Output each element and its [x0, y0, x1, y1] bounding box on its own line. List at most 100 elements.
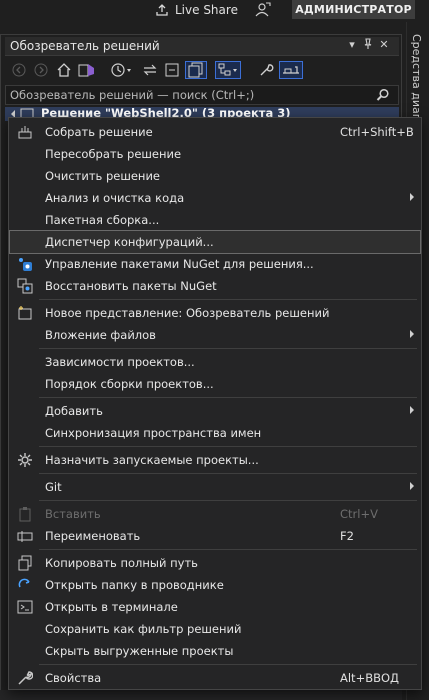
- admin-badge: АДМИНИСТРАТОР: [292, 0, 415, 19]
- submenu-arrow-icon: [410, 330, 414, 338]
- class-view-icon[interactable]: [215, 61, 241, 79]
- menu-item-open-folder-explorer[interactable]: Открыть папку в проводнике: [10, 574, 420, 596]
- build-icon: [17, 124, 33, 140]
- panel-options-icon[interactable]: ▾: [345, 38, 359, 52]
- live-share-button[interactable]: Live Share: [155, 2, 238, 18]
- live-share-label: Live Share: [175, 3, 238, 17]
- menu-item-label: Открыть в терминале: [45, 600, 178, 614]
- menu-item-open-terminal[interactable]: Открыть в терминале: [10, 596, 420, 618]
- menu-item-label: Открыть папку в проводнике: [45, 578, 224, 592]
- menu-item-label: Новое представление: Обозреватель решени…: [45, 306, 330, 320]
- menu-item-build-solution[interactable]: Собрать решение Ctrl+Shift+B: [10, 121, 420, 143]
- pending-changes-filter-icon[interactable]: [109, 61, 133, 79]
- search-icon[interactable]: [376, 88, 390, 102]
- menu-item-label: Переименовать: [45, 529, 141, 543]
- new-view-icon: [17, 305, 33, 321]
- menu-item-label: Порядок сборки проектов...: [45, 377, 214, 391]
- menu-item-clean-solution[interactable]: Очистить решение: [10, 165, 420, 187]
- menu-item-file-nesting[interactable]: Вложение файлов: [10, 324, 420, 346]
- back-icon[interactable]: [11, 61, 27, 79]
- open-folder-icon: [17, 577, 33, 593]
- menu-item-label: Собрать решение: [45, 125, 153, 139]
- menu-item-restore-nuget[interactable]: Восстановить пакеты NuGet: [10, 275, 420, 297]
- solution-search-box[interactable]: [5, 85, 399, 105]
- menu-item-label: Скрыть выгруженные проекты: [45, 644, 234, 658]
- menu-separator: [39, 299, 417, 300]
- menu-item-shortcut: F2: [340, 529, 354, 543]
- home-icon[interactable]: [55, 61, 73, 79]
- menu-item-label: Пакетная сборка...: [45, 213, 160, 227]
- menu-item-paste[interactable]: Вставить Ctrl+V: [10, 503, 420, 525]
- menu-item-shortcut: Alt+ВВОД: [340, 671, 400, 685]
- panel-title: Обозреватель решений: [10, 39, 160, 53]
- show-all-files-icon[interactable]: [185, 61, 207, 79]
- menu-item-add[interactable]: Добавить: [10, 400, 420, 422]
- menu-item-rebuild-solution[interactable]: Пересобрать решение: [10, 143, 420, 165]
- switch-views-icon[interactable]: [77, 61, 97, 79]
- menu-item-label: Зависимости проектов...: [45, 355, 195, 369]
- menu-item-project-build-order[interactable]: Порядок сборки проектов...: [10, 373, 420, 395]
- submenu-arrow-icon: [410, 193, 414, 201]
- menu-item-manage-nuget[interactable]: Управление пакетами NuGet для решения...: [10, 253, 420, 275]
- menu-item-label: Сохранить как фильтр решений: [45, 622, 242, 636]
- menu-item-label: Диспетчер конфигураций...: [45, 235, 214, 249]
- menu-item-new-view[interactable]: Новое представление: Обозреватель решени…: [10, 302, 420, 324]
- nuget-icon: [17, 256, 33, 272]
- menu-item-sync-namespaces[interactable]: Синхронизация пространства имен: [10, 422, 420, 444]
- menu-item-label: Назначить запускаемые проекты...: [45, 453, 259, 467]
- menu-item-label: Копировать полный путь: [45, 556, 198, 570]
- menu-separator: [39, 446, 417, 447]
- menu-item-properties[interactable]: Свойства Alt+ВВОД: [10, 667, 420, 689]
- gear-icon: [17, 452, 33, 468]
- menu-item-label: Очистить решение: [45, 169, 160, 183]
- terminal-icon: [17, 599, 33, 615]
- menu-separator: [39, 348, 417, 349]
- menu-separator: [39, 549, 417, 550]
- menu-separator: [39, 664, 417, 665]
- menu-separator: [39, 500, 417, 501]
- menu-item-set-startup-projects[interactable]: Назначить запускаемые проекты...: [10, 449, 420, 471]
- sync-with-active-document-icon[interactable]: [141, 61, 159, 79]
- menu-item-label: Анализ и очистка кода: [45, 191, 185, 205]
- solution-search-input[interactable]: [10, 87, 370, 103]
- menu-item-label: Пересобрать решение: [45, 147, 182, 161]
- menu-item-batch-build[interactable]: Пакетная сборка...: [10, 209, 420, 231]
- collapse-all-icon[interactable]: [163, 61, 181, 79]
- menu-item-rename[interactable]: Переименовать F2: [10, 525, 420, 547]
- menu-item-label: Свойства: [45, 671, 102, 685]
- title-bar: Live Share АДМИНИСТРАТОР: [0, 0, 429, 22]
- rename-icon: [17, 528, 33, 544]
- menu-item-configuration-manager[interactable]: Диспетчер конфигураций...: [9, 230, 421, 254]
- preview-selected-items-icon[interactable]: [279, 61, 303, 79]
- forward-icon[interactable]: [33, 61, 49, 79]
- feedback-icon[interactable]: [254, 1, 272, 19]
- live-share-icon: [156, 4, 168, 16]
- wrench-icon: [17, 670, 33, 686]
- menu-item-label: Git: [45, 480, 62, 494]
- menu-item-label: Добавить: [45, 404, 103, 418]
- menu-item-hide-unloaded-projects[interactable]: Скрыть выгруженные проекты: [10, 640, 420, 662]
- menu-item-shortcut: Ctrl+Shift+B: [340, 125, 414, 139]
- panel-title-bar: Обозреватель решений ▾ ✕: [5, 37, 399, 56]
- menu-item-label: Вложение файлов: [45, 328, 156, 342]
- panel-toolbar: [5, 57, 399, 83]
- paste-icon: [17, 506, 33, 522]
- menu-separator: [39, 473, 417, 474]
- properties-icon[interactable]: [257, 61, 275, 79]
- menu-item-label: Вставить: [45, 507, 101, 521]
- restore-packages-icon: [17, 278, 33, 294]
- submenu-arrow-icon: [410, 406, 414, 414]
- menu-item-shortcut: Ctrl+V: [340, 507, 378, 521]
- menu-item-analyze-cleanup[interactable]: Анализ и очистка кода: [10, 187, 420, 209]
- close-icon[interactable]: ✕: [377, 38, 391, 52]
- menu-item-save-solution-filter[interactable]: Сохранить как фильтр решений: [10, 618, 420, 640]
- menu-item-label: Синхронизация пространства имен: [45, 426, 262, 440]
- submenu-arrow-icon: [410, 482, 414, 490]
- menu-separator: [39, 397, 417, 398]
- menu-item-label: Управление пакетами NuGet для решения...: [45, 257, 314, 271]
- panel-bottom-strip: [0, 690, 402, 700]
- menu-item-git[interactable]: Git: [10, 476, 420, 498]
- menu-item-copy-full-path[interactable]: Копировать полный путь: [10, 552, 420, 574]
- menu-item-project-dependencies[interactable]: Зависимости проектов...: [10, 351, 420, 373]
- pin-icon[interactable]: [361, 38, 375, 52]
